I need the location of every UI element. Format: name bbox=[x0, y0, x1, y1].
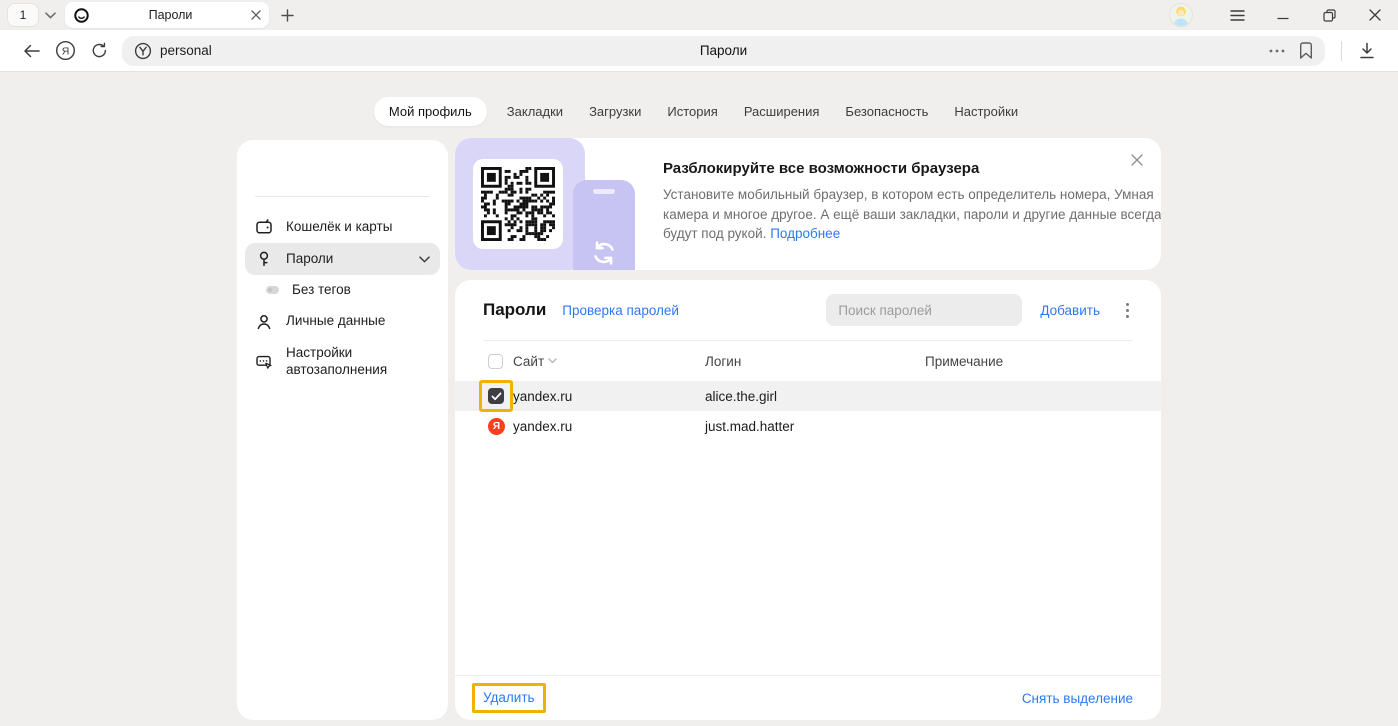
sidebar-item-label: Личные данные bbox=[286, 313, 385, 330]
profile-avatar[interactable] bbox=[1170, 4, 1192, 26]
sidebar-item-label: Пароли bbox=[286, 251, 333, 268]
more-options-icon[interactable] bbox=[1117, 298, 1137, 322]
protect-icon[interactable] bbox=[134, 42, 152, 60]
sidebar-item-label: Без тегов bbox=[292, 282, 351, 299]
bookmark-icon[interactable] bbox=[1299, 42, 1313, 59]
sort-chevron-icon[interactable] bbox=[548, 358, 557, 364]
select-all-checkbox[interactable] bbox=[488, 354, 503, 369]
tab-list-chevron-icon[interactable] bbox=[45, 12, 56, 19]
chevron-down-icon[interactable] bbox=[419, 256, 430, 263]
tab-title: Пароли bbox=[90, 8, 251, 22]
sync-icon bbox=[589, 238, 619, 268]
column-note[interactable]: Примечание bbox=[925, 354, 1133, 369]
delete-button[interactable]: Удалить bbox=[483, 690, 535, 705]
menu-icon[interactable] bbox=[1214, 0, 1260, 30]
nav-tab-security[interactable]: Безопасность bbox=[839, 97, 934, 126]
login-cell: just.mad.hatter bbox=[705, 419, 925, 434]
phone-illustration bbox=[573, 180, 635, 270]
yandex-favicon: Я bbox=[488, 418, 505, 435]
sidebar-item-wallet[interactable]: Кошелёк и карты bbox=[245, 211, 440, 243]
minimize-icon[interactable] bbox=[1260, 0, 1306, 30]
password-row[interactable]: yandex.ru alice.the.girl bbox=[455, 381, 1161, 411]
site-cell: yandex.ru bbox=[513, 419, 572, 434]
search-passwords-input[interactable] bbox=[826, 294, 1022, 326]
sidebar-item-personal-data[interactable]: Личные данные bbox=[245, 306, 440, 338]
tab-close-icon[interactable] bbox=[251, 10, 261, 20]
passwords-heading: Пароли bbox=[483, 300, 546, 320]
nav-tab-settings[interactable]: Настройки bbox=[948, 97, 1024, 126]
sidebar-item-label: Кошелёк и карты bbox=[286, 219, 392, 236]
wallet-icon bbox=[255, 218, 273, 236]
settings-nav: Мой профиль Закладки Загрузки История Ра… bbox=[0, 97, 1398, 126]
banner-title: Разблокируйте все возможности браузера bbox=[663, 160, 1161, 177]
tag-icon bbox=[266, 286, 279, 294]
person-icon bbox=[255, 313, 273, 331]
browser-logo-icon bbox=[73, 7, 90, 24]
nav-tab-extensions[interactable]: Расширения bbox=[738, 97, 826, 126]
tab-group-counter[interactable]: 1 bbox=[8, 4, 38, 26]
nav-tab-bookmarks[interactable]: Закладки bbox=[501, 97, 569, 126]
url-text[interactable]: personal bbox=[160, 43, 212, 58]
downloads-icon[interactable] bbox=[1350, 36, 1384, 66]
browser-tab[interactable]: Пароли bbox=[65, 2, 269, 28]
more-actions-icon[interactable] bbox=[1269, 49, 1285, 53]
row-checkbox-checked[interactable] bbox=[488, 388, 504, 404]
passwords-panel: Пароли Проверка паролей Добавить Сайт Ло… bbox=[455, 280, 1161, 720]
sidebar-item-label: Настройки автозаполнения bbox=[286, 345, 404, 379]
column-site[interactable]: Сайт bbox=[513, 354, 544, 369]
password-row[interactable]: Я yandex.ru just.mad.hatter bbox=[455, 411, 1161, 441]
promo-banner: Разблокируйте все возможности браузера У… bbox=[455, 138, 1161, 270]
banner-close-icon[interactable] bbox=[1125, 148, 1149, 172]
autofill-icon bbox=[255, 353, 273, 371]
column-login[interactable]: Логин bbox=[705, 354, 925, 369]
banner-body: Установите мобильный браузер, в котором … bbox=[663, 185, 1161, 244]
sidebar-item-passwords[interactable]: Пароли bbox=[245, 243, 440, 275]
restore-icon[interactable] bbox=[1306, 0, 1352, 30]
nav-tab-profile[interactable]: Мой профиль bbox=[374, 97, 487, 126]
banner-body-text: Установите мобильный браузер, в котором … bbox=[663, 187, 1161, 241]
login-cell: alice.the.girl bbox=[705, 389, 925, 404]
password-check-link[interactable]: Проверка паролей bbox=[562, 303, 679, 318]
sidebar-item-no-tags[interactable]: Без тегов bbox=[245, 275, 440, 306]
new-tab-icon[interactable] bbox=[281, 9, 294, 22]
qr-code bbox=[473, 159, 563, 249]
address-bar[interactable]: personal Пароли bbox=[122, 36, 1325, 66]
window-close-icon[interactable] bbox=[1352, 0, 1398, 30]
site-cell: yandex.ru bbox=[513, 389, 572, 404]
banner-more-link[interactable]: Подробнее bbox=[770, 226, 840, 241]
toolbar: Я personal Пароли bbox=[0, 30, 1398, 72]
nav-tab-history[interactable]: История bbox=[661, 97, 723, 126]
titlebar-controls bbox=[1170, 0, 1398, 30]
toolbar-separator bbox=[1341, 41, 1342, 61]
clear-selection-button[interactable]: Снять выделение bbox=[1022, 691, 1133, 706]
sidebar: Кошелёк и карты Пароли Без тегов bbox=[237, 140, 448, 720]
nav-tab-downloads[interactable]: Загрузки bbox=[583, 97, 647, 126]
add-password-link[interactable]: Добавить bbox=[1040, 303, 1100, 318]
sidebar-item-autofill[interactable]: Настройки автозаполнения bbox=[245, 338, 440, 386]
titlebar: 1 Пароли bbox=[0, 0, 1398, 30]
key-icon bbox=[255, 250, 273, 268]
yandex-home-icon[interactable]: Я bbox=[48, 36, 82, 66]
address-page-title: Пароли bbox=[122, 43, 1325, 58]
selection-toolbar: Удалить Снять выделение bbox=[455, 675, 1161, 720]
svg-text:Я: Я bbox=[61, 45, 69, 57]
browser-window: 1 Пароли bbox=[0, 0, 1398, 726]
reload-icon[interactable] bbox=[82, 36, 116, 66]
back-icon[interactable] bbox=[14, 36, 48, 66]
annotation-highlight: Удалить bbox=[472, 683, 546, 713]
table-header: Сайт Логин Примечание bbox=[455, 341, 1161, 381]
